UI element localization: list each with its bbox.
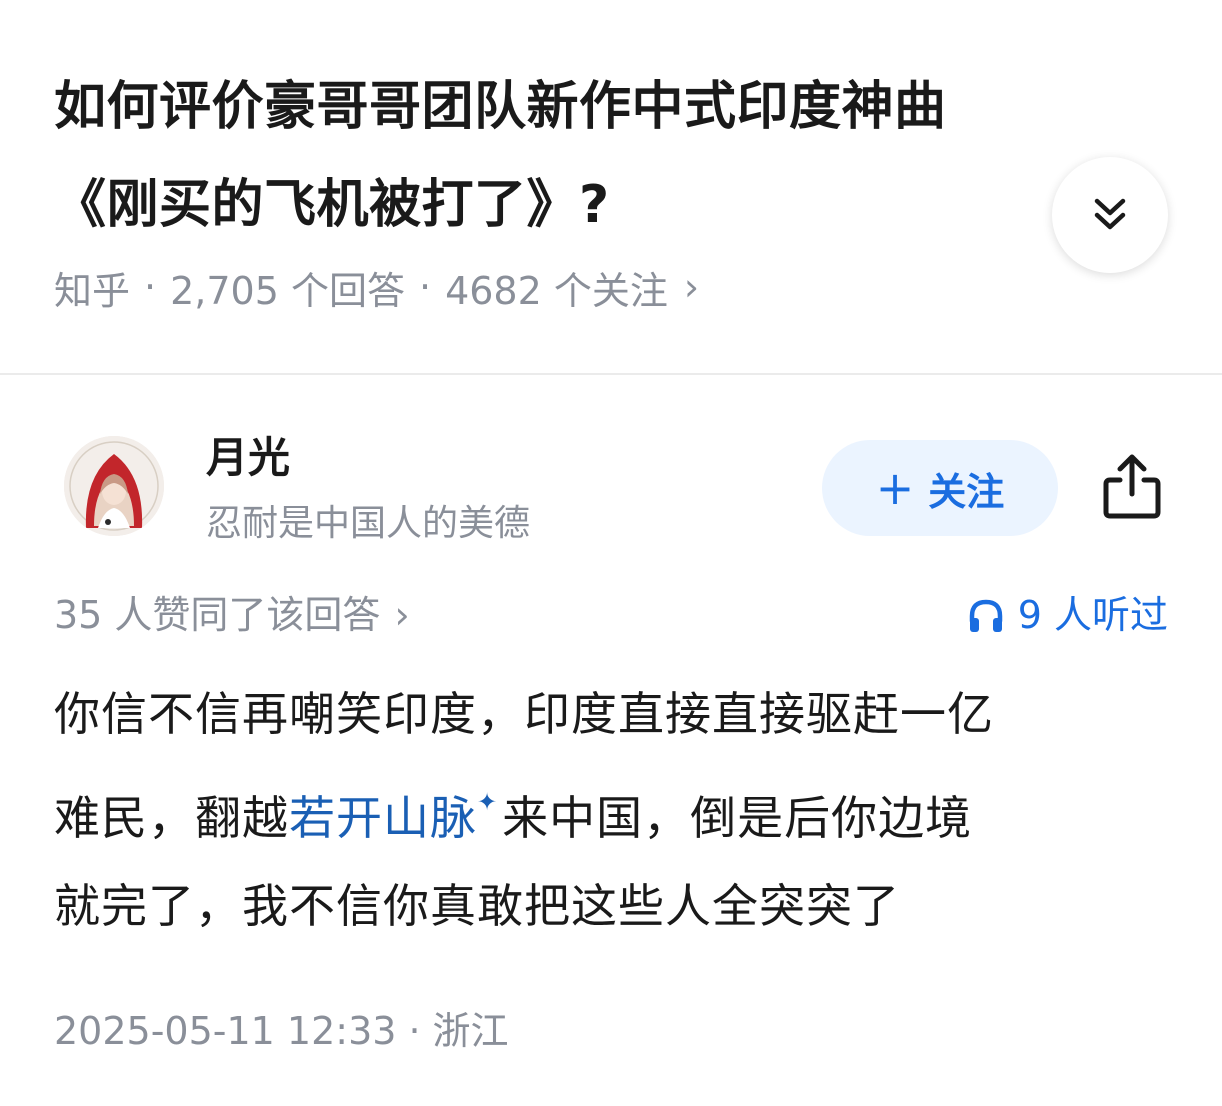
meta-separator: ·: [408, 1009, 421, 1053]
answer-line: 就完了，我不信你真敢把这些人全突突了: [54, 879, 900, 933]
plus-icon: +: [875, 461, 915, 515]
answer-footer: 2025-05-11 12:33 · 浙江: [54, 1006, 509, 1056]
share-icon: [1103, 454, 1161, 519]
follow-button[interactable]: + 关注: [822, 440, 1058, 536]
answer-text: 难民，翻越: [54, 791, 289, 845]
expand-button[interactable]: [1052, 157, 1168, 273]
section-divider: [0, 373, 1222, 375]
follower-count: 4682 个关注: [445, 268, 668, 313]
avatar-illustration: [64, 436, 164, 536]
chevrons-down-icon: [1094, 198, 1126, 230]
listened-count[interactable]: 9 人听过: [966, 590, 1168, 640]
sparkle-icon: ✦: [477, 788, 499, 816]
chevron-right-icon: ›: [683, 265, 700, 309]
follow-label: 关注: [928, 469, 1005, 514]
meta-separator: ·: [144, 265, 157, 309]
listened-label: 9 人听过: [1017, 593, 1168, 637]
headphones-icon: [969, 599, 1002, 632]
question-title[interactable]: 如何评价豪哥哥团队新作中式印度神曲 《刚买的飞机被打了》?: [54, 58, 1054, 254]
author-bio: 忍耐是中国人的美德: [206, 503, 531, 544]
answer-line: 难民，翻越若开山脉✦来中国，倒是后你边境: [54, 758, 1174, 862]
share-button[interactable]: [1096, 450, 1168, 522]
author-name[interactable]: 月光: [206, 430, 290, 486]
answer-count: 2,705 个回答: [170, 268, 405, 313]
answer-text: 来中国，倒是后你边境: [502, 791, 973, 845]
chevron-right-icon: ›: [394, 593, 410, 637]
answer-content: 你信不信再嘲笑印度，印度直接直接驱赶一亿 难民，翻越若开山脉✦来中国，倒是后你边…: [54, 670, 1174, 950]
meta-separator: ·: [418, 265, 432, 309]
keyword-link[interactable]: 若开山脉: [289, 791, 477, 845]
question-meta[interactable]: 知乎 · 2,705 个回答 · 4682 个关注 ›: [54, 262, 700, 313]
answer-page: 如何评价豪哥哥团队新作中式印度神曲 《刚买的飞机被打了》? 知乎 · 2,705…: [0, 0, 1222, 1106]
question-title-line1: 如何评价豪哥哥团队新作中式印度神曲: [54, 77, 947, 137]
source-label: 知乎: [54, 268, 131, 313]
avatar[interactable]: [64, 436, 164, 536]
vote-count: 35 人赞同了该回答: [54, 593, 381, 637]
question-title-line2: 《刚买的飞机被打了》?: [54, 175, 610, 235]
vote-summary[interactable]: 35 人赞同了该回答 ›: [54, 590, 410, 640]
post-datetime: 2025-05-11 12:33: [54, 1009, 397, 1053]
post-location: 浙江: [432, 1009, 509, 1053]
answer-line: 你信不信再嘲笑印度，印度直接直接驱赶一亿: [54, 687, 994, 741]
